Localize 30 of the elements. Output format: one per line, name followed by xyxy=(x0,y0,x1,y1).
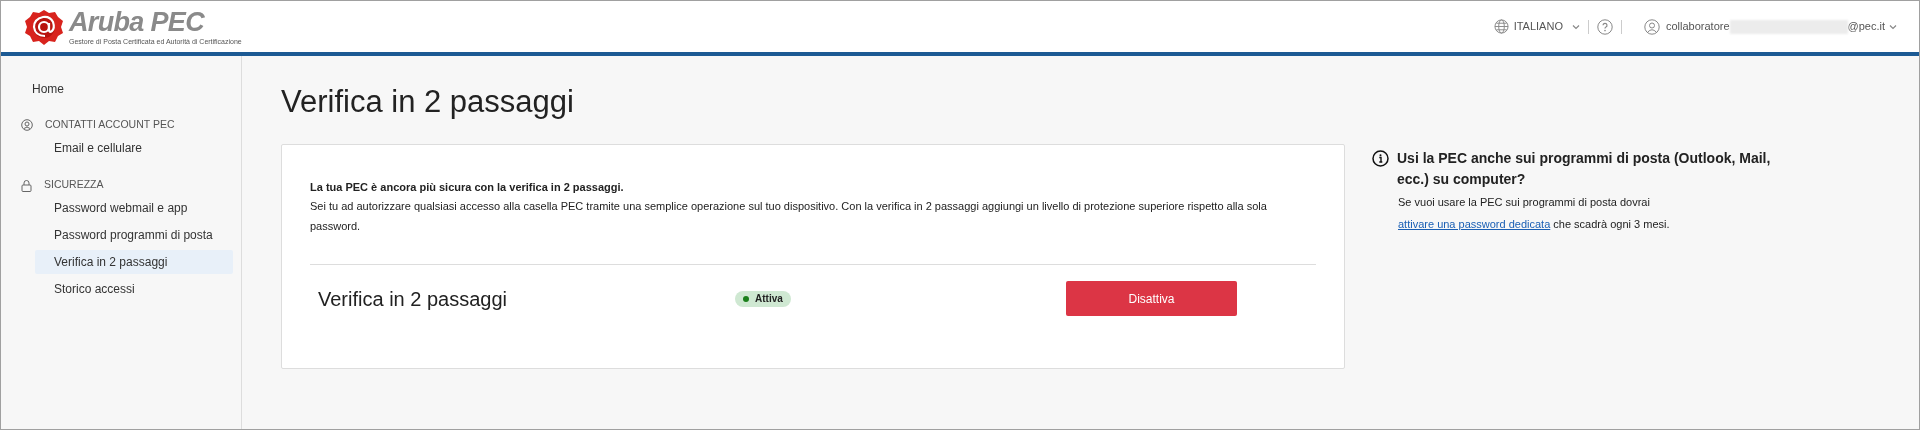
page-title: Verifica in 2 passaggi xyxy=(281,83,575,121)
chevron-down-icon xyxy=(1571,23,1580,30)
logo-wordmark: Aruba PEC xyxy=(69,8,206,36)
info-title: Usi la PEC anche sui programmi di posta (Outlook, Mail, ecc.) su computer? xyxy=(1397,149,1772,189)
sidebar-section-title: SICUREZZA xyxy=(44,177,104,193)
card-intro-heading: La tua PEC è ancora più sicura con la verifica in 2 passaggi. xyxy=(310,180,625,195)
info-text: attivare una password dedicata che scadrà ogni 3 mesi. xyxy=(1398,217,1671,231)
account-menu[interactable]: collaboratore @pec.it xyxy=(1643,18,1897,35)
language-selector[interactable]: ITALIANO xyxy=(1493,18,1580,35)
user-icon xyxy=(1643,18,1660,35)
globe-icon xyxy=(1493,19,1509,34)
setting-label: Verifica in 2 passaggi xyxy=(318,286,508,312)
sidebar-item[interactable]: Verifica in 2 passaggi xyxy=(35,250,233,274)
wax-seal-logo-icon xyxy=(23,7,65,46)
info-text: Se vuoi usare la PEC sui programmi di posta dovrai xyxy=(1398,195,1651,209)
deactivate-button[interactable]: Disattiva xyxy=(1066,281,1237,316)
user-icon xyxy=(21,119,33,131)
sidebar-item[interactable]: Email e cellulare xyxy=(35,136,233,160)
sidebar-item[interactable]: Home xyxy=(13,80,229,100)
status-badge: Attiva xyxy=(735,290,791,307)
info-icon xyxy=(1372,150,1389,167)
sidebar-section-title: CONTATTI ACCOUNT PEC xyxy=(45,117,175,133)
sidebar-item[interactable]: Password programmi di posta xyxy=(35,223,233,247)
dedicated-password-link[interactable]: attivare una password dedicata xyxy=(1398,218,1551,230)
sidebar-item[interactable]: Storico accessi xyxy=(35,277,233,301)
card-intro-text: Sei tu ad autorizzare qualsiasi accesso alla casella PEC tramite una semplice operazione sul tuo dispositivo. Con la verifica in 2 passaggi aggiungi un livello di protezione superiore rispetto alla sola password. xyxy=(310,199,1268,234)
sidebar-item[interactable]: Password webmail e app xyxy=(35,196,233,220)
padlock-icon xyxy=(21,178,32,192)
help-icon[interactable] xyxy=(1596,18,1613,35)
chevron-down-icon xyxy=(1889,23,1897,30)
